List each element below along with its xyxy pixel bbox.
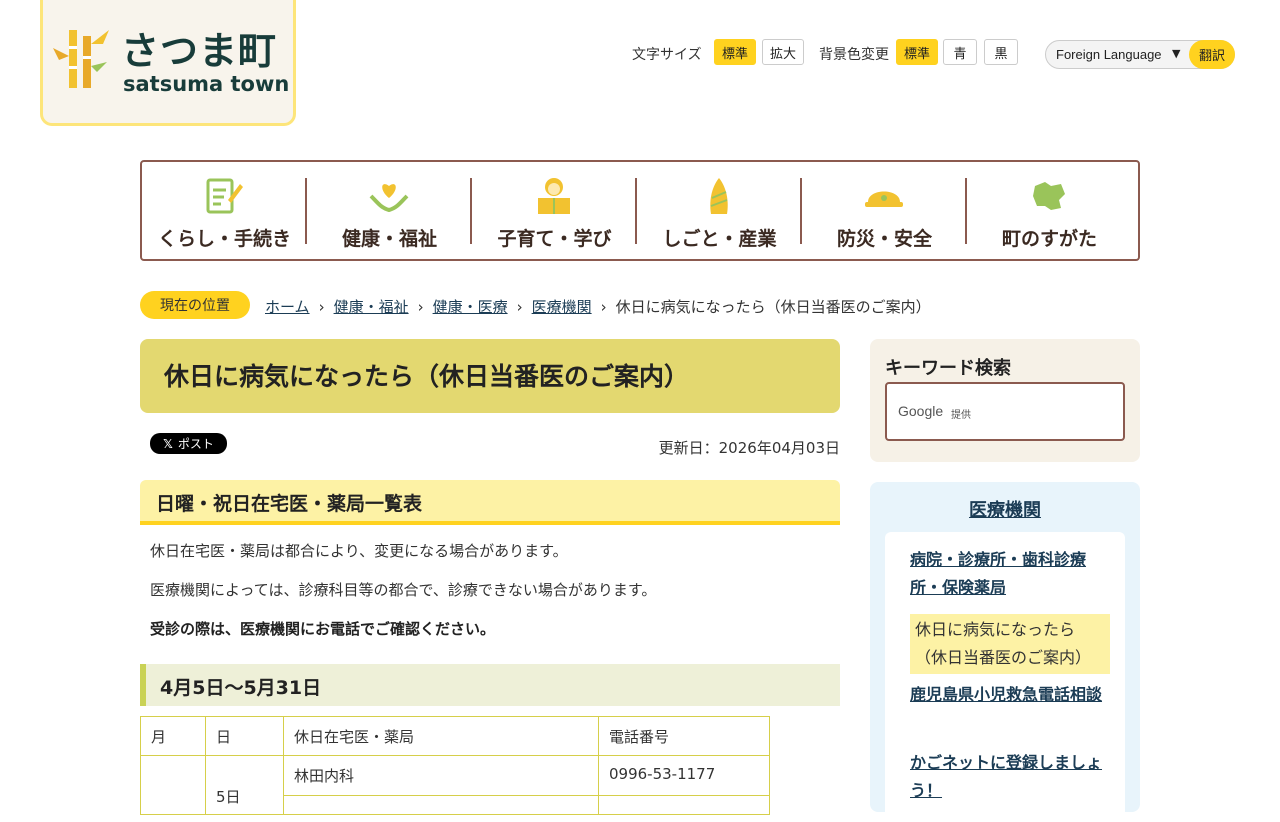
chevron-right-icon: › [516, 298, 523, 316]
note-emphasis: 受診の際は、医療機関にお電話でご確認ください。 [150, 620, 496, 638]
breadcrumb-link-medical[interactable]: 健康・医療 [433, 298, 508, 316]
nav-label: しごと・産業 [662, 228, 777, 250]
chevron-right-icon: › [318, 298, 325, 316]
bamboo-shoot-icon [710, 178, 728, 214]
nav-item-childcare[interactable]: 子育て・学び [472, 162, 637, 259]
table-cell-facility [283, 795, 599, 815]
font-size-label: 文字サイズ [632, 47, 702, 63]
table-cell-facility: 林田内科 [283, 755, 599, 796]
breadcrumb-link-home[interactable]: ホーム [265, 298, 310, 316]
related-link[interactable]: かごネットに登録しましょう！ [910, 749, 1110, 805]
language-select-label: Foreign Language [1056, 47, 1162, 62]
related-link-current: 休日に病気になったら（休日当番医のご案内） [910, 614, 1110, 674]
nav-item-town[interactable]: 町のすがた [967, 162, 1132, 259]
note-text: 医療機関によっては、診療科目等の都合で、診療できない場合があります。 [150, 581, 657, 599]
map-icon [1033, 182, 1065, 210]
google-provided-label: 提供 [951, 410, 971, 421]
font-size-standard-button[interactable]: 標準 [714, 39, 757, 65]
nav-label: 防災・安全 [836, 228, 932, 250]
nav-item-living[interactable]: くらし・手続き [142, 162, 307, 259]
language-select[interactable]: Foreign Language ▼ 翻訳 [1045, 40, 1235, 69]
period-heading: 4月5日～5月31日 [140, 664, 840, 706]
bg-blue-button[interactable]: 青 [943, 39, 977, 65]
x-logo-icon: 𝕏 [163, 436, 173, 451]
child-book-icon [538, 178, 570, 214]
bg-standard-button[interactable]: 標準 [896, 39, 939, 65]
page-title: 休日に病気になったら（休日当番医のご案内） [140, 339, 840, 413]
current-location-badge: 現在の位置 [140, 291, 250, 319]
table-cell-month [140, 755, 206, 815]
breadcrumb-link-health[interactable]: 健康・福祉 [334, 298, 409, 316]
related-link[interactable]: 病院・診療所・歯科診療所・保険薬局 [910, 546, 1110, 602]
breadcrumb: ホーム › 健康・福祉 › 健康・医療 › 医療機関 › 休日に病気になったら（休日当番医のご案… [265, 296, 931, 317]
nav-label: 子育て・学び [497, 228, 612, 250]
x-post-button[interactable]: 𝕏 ポスト [150, 433, 227, 454]
helmet-icon [865, 191, 903, 207]
nav-label: 町のすがた [1001, 228, 1097, 250]
related-links-panel: 医療機関 病院・診療所・歯科診療所・保険薬局 休日に病気になったら（休日当番医の… [870, 482, 1140, 822]
translate-button[interactable]: 翻訳 [1189, 40, 1235, 69]
search-title: キーワード検索 [885, 358, 1011, 379]
table-header-day: 日 [205, 716, 284, 756]
site-logo[interactable]: さつま町 satsuma town [40, 0, 296, 126]
related-links-title[interactable]: 医療機関 [870, 496, 1140, 522]
search-input[interactable]: Google 提供 [885, 382, 1125, 441]
nav-label: 健康・福祉 [341, 228, 437, 250]
table-header-phone: 電話番号 [598, 716, 770, 756]
keyword-search-panel: キーワード検索 Google 提供 [870, 339, 1140, 462]
font-size-large-button[interactable]: 拡大 [762, 39, 805, 65]
nav-item-work[interactable]: しごと・産業 [637, 162, 802, 259]
document-pen-icon [206, 178, 243, 214]
related-link[interactable]: 鹿児島県小児救急電話相談 [910, 681, 1110, 709]
bg-black-button[interactable]: 黒 [984, 39, 1018, 65]
logo-english: satsuma town [123, 72, 290, 96]
chevron-right-icon: › [600, 298, 607, 316]
nav-label: くらし・手続き [157, 228, 291, 250]
heart-hands-icon [369, 184, 409, 213]
breadcrumb-current: 休日に病気になったら（休日当番医のご案内） [615, 298, 931, 316]
logo-japanese: さつま町 [121, 29, 278, 73]
nav-item-health[interactable]: 健康・福祉 [307, 162, 472, 259]
table-cell-phone: 0996-53-1177 [598, 755, 770, 796]
section-heading: 日曜・祝日在宅医・薬局一覧表 [140, 480, 840, 525]
chevron-right-icon: › [417, 298, 424, 316]
table-header-facility: 休日在宅医・薬局 [283, 716, 599, 756]
global-nav: くらし・手続き 健康・福祉 子育て・学び しごと・産業 防災・安全 町のすがた [140, 160, 1140, 261]
related-links-list: 病院・診療所・歯科診療所・保険薬局 休日に病気になったら（休日当番医のご案内） … [885, 532, 1125, 822]
table-header-month: 月 [140, 716, 206, 756]
google-logo: Google [898, 403, 944, 419]
note-text: 休日在宅医・薬局は都合により、変更になる場合があります。 [150, 542, 568, 560]
x-post-label: ポスト [177, 437, 214, 451]
nav-item-safety[interactable]: 防災・安全 [802, 162, 967, 259]
table-cell-phone [598, 795, 770, 815]
bg-color-label: 背景色変更 [819, 47, 889, 63]
bamboo-logo-icon [53, 30, 109, 88]
breadcrumb-link-institutions[interactable]: 医療機関 [532, 298, 592, 316]
table-cell-day: 5日 [205, 755, 284, 815]
updated-date: 更新日：2026年04月03日 [658, 439, 840, 457]
caret-down-icon: ▼ [1172, 47, 1181, 60]
